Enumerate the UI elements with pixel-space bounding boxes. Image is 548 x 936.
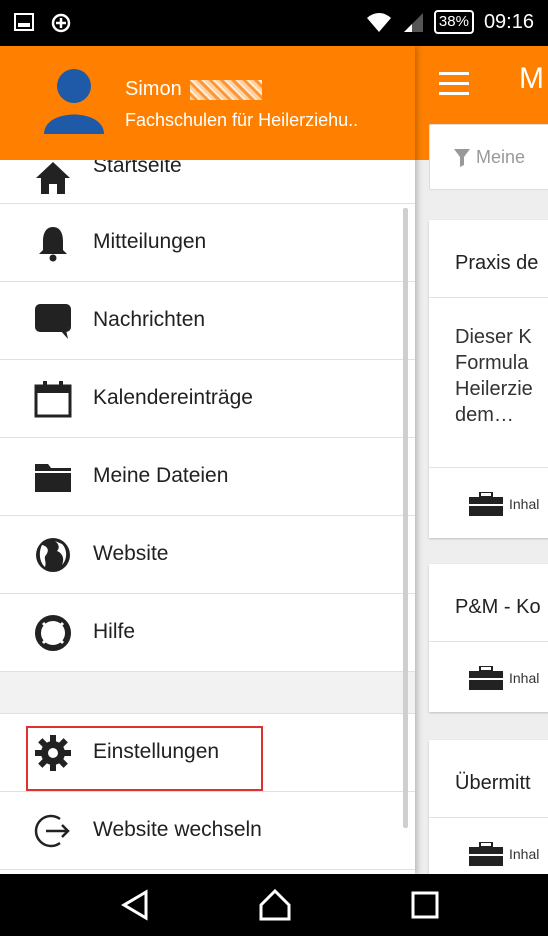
sidebar-item-nachrichten[interactable]: Nachrichten bbox=[0, 282, 415, 360]
sidebar-item-label: Meine Dateien bbox=[93, 464, 229, 487]
highlight-box bbox=[26, 726, 263, 791]
clock: 09:16 bbox=[483, 10, 534, 33]
battery-indicator: 38% bbox=[433, 10, 474, 34]
sidebar-item-hilfe[interactable]: Hilfe bbox=[0, 594, 415, 672]
calendar-icon bbox=[34, 381, 72, 418]
data-saver-icon bbox=[51, 13, 71, 33]
menu-icon[interactable] bbox=[439, 72, 469, 96]
sidebar-item-label: Kalendereinträge bbox=[93, 386, 253, 409]
chat-icon bbox=[35, 304, 71, 339]
home-icon bbox=[36, 162, 70, 194]
user-name: Simon bbox=[125, 78, 262, 101]
main-content: M Meine Praxis de Dieser K Formula Heile… bbox=[415, 46, 548, 874]
system-nav-bar bbox=[0, 874, 548, 936]
sidebar-item-label: Nachrichten bbox=[93, 308, 206, 331]
card-footer[interactable]: Inhal bbox=[429, 818, 548, 874]
sidebar-item-website[interactable]: Website bbox=[0, 516, 415, 594]
sidebar-item-label: Mitteilungen bbox=[93, 230, 207, 253]
recents-icon[interactable] bbox=[408, 888, 442, 922]
sidebar-item-mitteilungen[interactable]: Mitteilungen bbox=[0, 204, 415, 282]
course-card[interactable]: Praxis de Dieser K Formula Heilerzie dem… bbox=[429, 220, 548, 538]
card-footer[interactable]: Inhal bbox=[429, 468, 548, 538]
course-card[interactable]: P&M - Ko Inhal bbox=[429, 564, 548, 712]
drawer-header[interactable]: Simon Fachschulen für Heilerziehu.. bbox=[0, 46, 415, 160]
drawer-scrollbar[interactable] bbox=[403, 208, 408, 828]
briefcase-icon bbox=[469, 666, 503, 690]
sidebar-item-label: Website wechseln bbox=[93, 818, 262, 841]
card-title: Übermitt bbox=[429, 740, 548, 818]
back-icon[interactable] bbox=[118, 888, 152, 922]
filter-icon bbox=[454, 149, 470, 167]
globe-icon bbox=[36, 538, 70, 572]
card-description: Dieser K Formula Heilerzie dem… bbox=[429, 298, 548, 468]
status-bar: 38% 09:16 bbox=[0, 0, 548, 46]
sidebar-item-kalender[interactable]: Kalendereinträge bbox=[0, 360, 415, 438]
filter-field[interactable]: Meine bbox=[429, 124, 548, 190]
briefcase-icon bbox=[469, 842, 503, 866]
card-title: Praxis de bbox=[429, 220, 548, 298]
card-footer-label: Inhal bbox=[509, 846, 540, 862]
home-nav-icon[interactable] bbox=[258, 888, 292, 922]
user-school: Fachschulen für Heilerziehu.. bbox=[125, 110, 359, 130]
screenshot-icon bbox=[14, 13, 34, 31]
app-bar-title: M bbox=[519, 62, 544, 95]
card-footer[interactable]: Inhal bbox=[429, 642, 548, 712]
course-card[interactable]: Übermitt Inhal bbox=[429, 740, 548, 874]
menu-divider bbox=[0, 672, 415, 714]
card-title: P&M - Ko bbox=[429, 564, 548, 642]
lifebuoy-icon bbox=[35, 615, 71, 651]
signal-icon bbox=[403, 13, 423, 32]
folder-icon bbox=[35, 464, 71, 492]
card-footer-label: Inhal bbox=[509, 496, 540, 512]
filter-placeholder: Meine bbox=[476, 147, 526, 167]
redacted-surname bbox=[189, 79, 262, 100]
bell-icon bbox=[39, 227, 67, 262]
card-footer-label: Inhal bbox=[509, 670, 540, 686]
sidebar-item-label: Website bbox=[93, 542, 169, 565]
switch-site-icon bbox=[34, 814, 70, 848]
avatar bbox=[44, 69, 104, 134]
sidebar-item-dateien[interactable]: Meine Dateien bbox=[0, 438, 415, 516]
wifi-icon bbox=[366, 13, 391, 32]
sidebar-item-label: Hilfe bbox=[93, 620, 136, 643]
briefcase-icon bbox=[469, 492, 503, 516]
sidebar-item-website-wechseln[interactable]: Website wechseln bbox=[0, 792, 415, 870]
